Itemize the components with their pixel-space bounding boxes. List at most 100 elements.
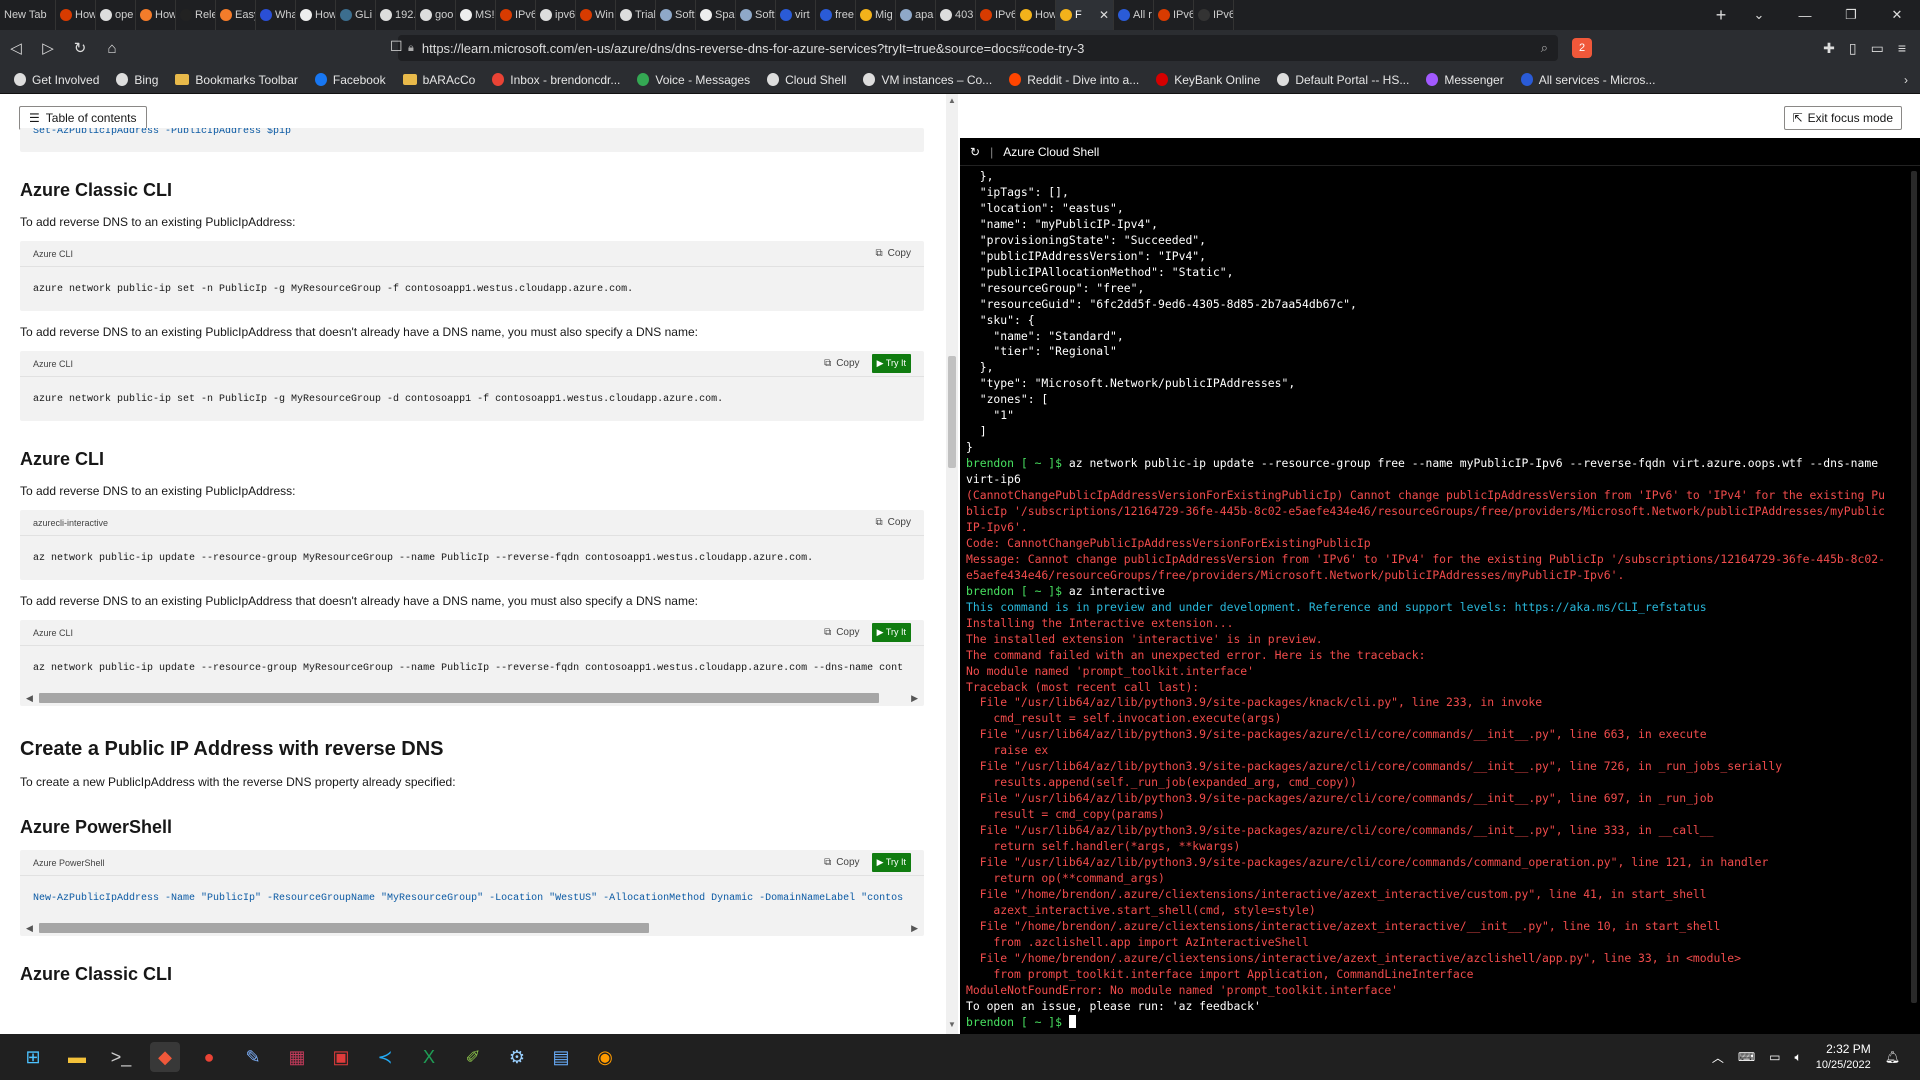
try-it-button[interactable]: ▶ Try It bbox=[871, 354, 911, 373]
try-it-button[interactable]: ▶ Try It bbox=[871, 623, 911, 642]
table-of-contents-button[interactable]: ☰ Table of contents bbox=[19, 106, 147, 130]
browser-tab[interactable]: IPv6 bbox=[1194, 0, 1234, 30]
brave-icon[interactable]: ◆ bbox=[150, 1042, 180, 1072]
browser-tab[interactable]: How bbox=[1016, 0, 1056, 30]
paint-icon[interactable]: ✎ bbox=[238, 1042, 268, 1072]
browser-tab[interactable]: Soft bbox=[656, 0, 696, 30]
terminal-output[interactable]: }, "ipTags": [], "location": "eastus", "… bbox=[966, 169, 1906, 1031]
code-scrollbar[interactable]: ◀ ▶ bbox=[20, 690, 924, 706]
bookmark-item[interactable]: Inbox - brendoncdr... bbox=[492, 73, 620, 87]
back-icon[interactable]: ◁ bbox=[0, 39, 32, 57]
file-explorer-icon[interactable]: ▬ bbox=[62, 1042, 92, 1072]
brave-shields-icon[interactable]: 2 bbox=[1572, 38, 1592, 58]
terminal-icon[interactable]: >_ bbox=[106, 1042, 136, 1072]
scroll-right-icon[interactable]: ▶ bbox=[911, 923, 918, 934]
scroll-right-icon[interactable]: ▶ bbox=[911, 693, 918, 704]
display-icon[interactable]: ▭ bbox=[1769, 1050, 1780, 1064]
restart-icon[interactable]: ↻ bbox=[970, 145, 980, 159]
bookmark-item[interactable]: Reddit - Dive into a... bbox=[1009, 73, 1139, 87]
scrollbar-thumb[interactable] bbox=[38, 693, 879, 703]
browser-tab[interactable]: How bbox=[296, 0, 336, 30]
browser-tab[interactable]: 403 bbox=[936, 0, 976, 30]
reload-icon[interactable]: ↻ bbox=[64, 39, 96, 57]
copy-button[interactable]: ⧉ Copy bbox=[876, 517, 912, 528]
browser-tab[interactable]: IPv6 bbox=[1154, 0, 1194, 30]
home-icon[interactable]: ⌂ bbox=[96, 40, 128, 57]
maximize-icon[interactable]: ❐ bbox=[1828, 7, 1874, 23]
browser-tab[interactable]: Trial bbox=[616, 0, 656, 30]
browser-tab[interactable]: Rele bbox=[176, 0, 216, 30]
scroll-down-icon[interactable]: ▼ bbox=[948, 1020, 956, 1029]
copy-button[interactable]: ⧉ Copy bbox=[824, 627, 860, 638]
show-hidden-icons-icon[interactable]: ︿ bbox=[1712, 1049, 1724, 1066]
keyboard-icon[interactable]: ⌨ bbox=[1738, 1050, 1755, 1064]
exit-focus-mode-button[interactable]: ⇱ Exit focus mode bbox=[1783, 106, 1902, 130]
copy-button[interactable]: ⧉ Copy bbox=[824, 358, 860, 369]
excel-icon[interactable]: X bbox=[414, 1042, 444, 1072]
notepad-plus-icon[interactable]: ✐ bbox=[458, 1042, 488, 1072]
scroll-left-icon[interactable]: ◀ bbox=[26, 693, 33, 704]
browser-tab[interactable]: IPv6 bbox=[976, 0, 1016, 30]
extensions-icon[interactable]: ✚ bbox=[1823, 40, 1835, 57]
bookmark-icon[interactable]: ☐ bbox=[390, 38, 403, 55]
bookmark-item[interactable]: Bing bbox=[116, 73, 158, 87]
bookmark-item[interactable]: Messenger bbox=[1426, 73, 1504, 87]
browser-tab[interactable]: Soft bbox=[736, 0, 776, 30]
close-window-icon[interactable]: ✕ bbox=[1874, 7, 1920, 23]
bookmarks-overflow-icon[interactable]: › bbox=[1904, 73, 1920, 87]
browser-tab[interactable]: F ✕ bbox=[1056, 0, 1114, 30]
calculator-icon[interactable]: ▤ bbox=[546, 1042, 576, 1072]
minimize-icon[interactable]: — bbox=[1782, 8, 1828, 23]
forward-icon[interactable]: ▷ bbox=[32, 39, 64, 57]
url-text[interactable]: https://learn.microsoft.com/en-us/azure/… bbox=[422, 41, 1533, 56]
clock[interactable]: 2:32 PM 10/25/2022 bbox=[1816, 1041, 1871, 1073]
chrome-icon[interactable]: ● bbox=[194, 1042, 224, 1072]
scroll-up-icon[interactable]: ▲ bbox=[948, 96, 956, 105]
browser-tab[interactable]: How bbox=[136, 0, 176, 30]
scrollbar-thumb[interactable] bbox=[948, 356, 956, 468]
address-bar[interactable]: 🔒︎ https://learn.microsoft.com/en-us/azu… bbox=[398, 35, 1558, 61]
browser-tab[interactable]: goo bbox=[416, 0, 456, 30]
winrar-icon[interactable]: ▦ bbox=[282, 1042, 312, 1072]
new-tab-button[interactable]: + bbox=[1706, 0, 1736, 30]
scroll-left-icon[interactable]: ◀ bbox=[26, 923, 33, 934]
browser-tab[interactable]: All r bbox=[1114, 0, 1154, 30]
acrobat-icon[interactable]: ▣ bbox=[326, 1042, 356, 1072]
start-icon[interactable]: ⊞ bbox=[18, 1042, 48, 1072]
browser-tab[interactable]: IPv6 bbox=[496, 0, 536, 30]
code-scrollbar[interactable]: ◀ ▶ bbox=[20, 920, 924, 936]
browser-tab[interactable]: Spa bbox=[696, 0, 736, 30]
browser-tab[interactable]: 192. bbox=[376, 0, 416, 30]
volume-icon[interactable]: 🔈︎ bbox=[1795, 1050, 1802, 1065]
bookmark-item[interactable]: All services - Micros... bbox=[1520, 73, 1655, 87]
tab-close-icon[interactable]: ✕ bbox=[1099, 8, 1109, 22]
browser-tab[interactable]: Mig bbox=[856, 0, 896, 30]
tab-search-icon[interactable]: ⌄ bbox=[1736, 7, 1782, 23]
bookmark-item[interactable]: bARAcCo bbox=[402, 73, 475, 87]
bookmark-item[interactable]: Bookmarks Toolbar bbox=[175, 73, 298, 87]
scrollbar-thumb[interactable] bbox=[1911, 171, 1917, 1003]
browser-tab[interactable]: GLi bbox=[336, 0, 376, 30]
wallet-icon[interactable]: ▭ bbox=[1871, 40, 1884, 57]
bookmark-item[interactable]: VM instances – Co... bbox=[863, 73, 992, 87]
bookmark-item[interactable]: Get Involved bbox=[14, 73, 99, 87]
copy-button[interactable]: ⧉ Copy bbox=[876, 248, 912, 259]
settings-icon[interactable]: ⚙ bbox=[502, 1042, 532, 1072]
docs-scrollbar[interactable]: ▲ ▼ bbox=[946, 94, 958, 1034]
try-it-button[interactable]: ▶ Try It bbox=[871, 853, 911, 872]
browser-tab[interactable]: apa bbox=[896, 0, 936, 30]
vscode-icon[interactable]: ≺ bbox=[370, 1042, 400, 1072]
bookmark-item[interactable]: KeyBank Online bbox=[1156, 73, 1260, 87]
browser-tab[interactable]: MS! bbox=[456, 0, 496, 30]
browser-tab[interactable]: Easy bbox=[216, 0, 256, 30]
bookmark-item[interactable]: Default Portal -- HS... bbox=[1277, 73, 1409, 87]
browser-tab[interactable]: Wha bbox=[256, 0, 296, 30]
sidebar-icon[interactable]: ▯ bbox=[1849, 40, 1857, 57]
browser-tab[interactable]: How bbox=[56, 0, 96, 30]
scrollbar-thumb[interactable] bbox=[38, 923, 649, 933]
browser-tab[interactable]: free bbox=[816, 0, 856, 30]
browser-tab[interactable]: Win bbox=[576, 0, 616, 30]
browser-tab[interactable]: New Tab bbox=[0, 0, 56, 30]
terminal-scrollbar[interactable] bbox=[1908, 169, 1920, 1031]
bookmark-item[interactable]: Cloud Shell bbox=[767, 73, 846, 87]
